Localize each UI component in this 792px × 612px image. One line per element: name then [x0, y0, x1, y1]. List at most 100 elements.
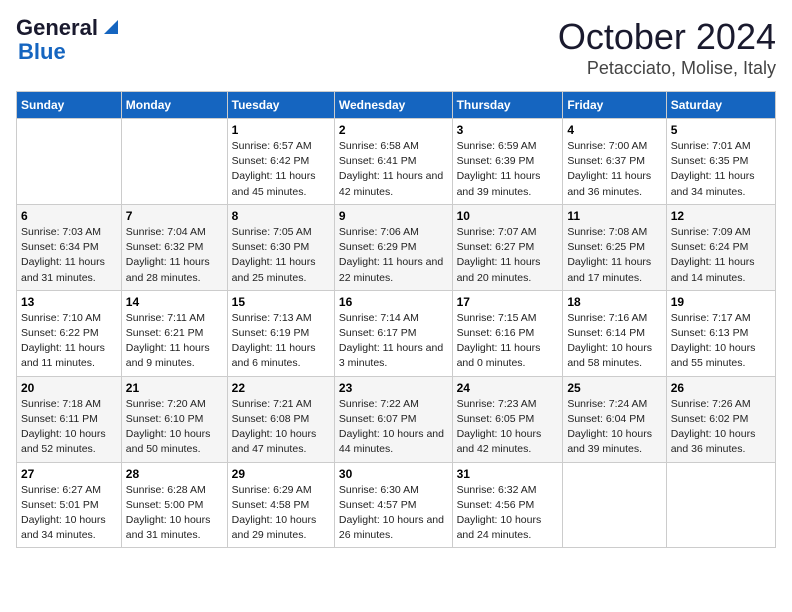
calendar-cell: 12Sunrise: 7:09 AMSunset: 6:24 PMDayligh… — [666, 204, 775, 290]
day-info: Sunrise: 7:06 AMSunset: 6:29 PMDaylight:… — [339, 225, 448, 286]
calendar-cell: 15Sunrise: 7:13 AMSunset: 6:19 PMDayligh… — [227, 290, 334, 376]
day-number: 12 — [671, 209, 771, 223]
day-number: 5 — [671, 123, 771, 137]
calendar-cell: 16 Sunrise: 7:14 AMSunset: 6:17 PMDayligh… — [334, 290, 452, 376]
day-number: 24 — [457, 381, 559, 395]
header-saturday: Saturday — [666, 92, 775, 119]
day-info: Sunrise: 6:59 AMSunset: 6:39 PMDaylight:… — [457, 139, 559, 200]
day-info: Sunrise: 6:32 AMSunset: 4:56 PMDaylight:… — [457, 483, 559, 544]
calendar-cell: 3 Sunrise: 6:59 AMSunset: 6:39 PMDaylight… — [452, 119, 563, 205]
calendar-cell: 29 Sunrise: 6:29 AMSunset: 4:58 PMDayligh… — [227, 462, 334, 548]
day-number: 10 — [457, 209, 559, 223]
day-number: 20 — [21, 381, 117, 395]
day-info: Sunrise: 6:27 AMSunset: 5:01 PMDaylight:… — [21, 483, 117, 544]
day-number: 25 — [567, 381, 661, 395]
calendar-cell: 8Sunrise: 7:05 AMSunset: 6:30 PMDaylight… — [227, 204, 334, 290]
day-info: Sunrise: 7:24 AMSunset: 6:04 PMDaylight:… — [567, 397, 661, 458]
day-info: Sunrise: 7:16 AMSunset: 6:14 PMDaylight:… — [567, 311, 661, 372]
calendar-cell: 31 Sunrise: 6:32 AMSunset: 4:56 PMDayligh… — [452, 462, 563, 548]
day-number: 23 — [339, 381, 448, 395]
day-number: 28 — [126, 467, 223, 481]
calendar-cell: 20Sunrise: 7:18 AMSunset: 6:11 PMDayligh… — [17, 376, 122, 462]
day-number: 31 — [457, 467, 559, 481]
day-number: 4 — [567, 123, 661, 137]
day-number: 8 — [232, 209, 330, 223]
day-info: Sunrise: 7:04 AMSunset: 6:32 PMDaylight:… — [126, 225, 223, 286]
calendar-cell: 11Sunrise: 7:08 AMSunset: 6:25 PMDayligh… — [563, 204, 666, 290]
day-info: Sunrise: 7:20 AMSunset: 6:10 PMDaylight:… — [126, 397, 223, 458]
day-number: 30 — [339, 467, 448, 481]
day-info: Sunrise: 7:14 AMSunset: 6:17 PMDaylight:… — [339, 311, 448, 372]
calendar-cell: 5 Sunrise: 7:01 AMSunset: 6:35 PMDaylight… — [666, 119, 775, 205]
header-monday: Monday — [121, 92, 227, 119]
calendar-cell: 1 Sunrise: 6:57 AMSunset: 6:42 PMDaylight… — [227, 119, 334, 205]
day-info: Sunrise: 6:30 AMSunset: 4:57 PMDaylight:… — [339, 483, 448, 544]
calendar-cell — [563, 462, 666, 548]
day-info: Sunrise: 6:57 AMSunset: 6:42 PMDaylight:… — [232, 139, 330, 200]
day-number: 27 — [21, 467, 117, 481]
day-info: Sunrise: 7:26 AMSunset: 6:02 PMDaylight:… — [671, 397, 771, 458]
calendar-week-row: 6 Sunrise: 7:03 AMSunset: 6:34 PMDaylight… — [17, 204, 776, 290]
calendar-cell: 10 Sunrise: 7:07 AMSunset: 6:27 PMDayligh… — [452, 204, 563, 290]
calendar-cell — [17, 119, 122, 205]
day-number: 21 — [126, 381, 223, 395]
calendar-cell — [666, 462, 775, 548]
header-tuesday: Tuesday — [227, 92, 334, 119]
day-info: Sunrise: 7:08 AMSunset: 6:25 PMDaylight:… — [567, 225, 661, 286]
calendar-cell: 17 Sunrise: 7:15 AMSunset: 6:16 PMDayligh… — [452, 290, 563, 376]
calendar-month-year: October 2024 — [558, 16, 776, 58]
calendar-cell: 25 Sunrise: 7:24 AMSunset: 6:04 PMDayligh… — [563, 376, 666, 462]
calendar-title-block: October 2024 Petacciato, Molise, Italy — [558, 16, 776, 79]
day-info: Sunrise: 7:07 AMSunset: 6:27 PMDaylight:… — [457, 225, 559, 286]
calendar-week-row: 13Sunrise: 7:10 AMSunset: 6:22 PMDayligh… — [17, 290, 776, 376]
day-number: 14 — [126, 295, 223, 309]
calendar-cell — [121, 119, 227, 205]
day-number: 13 — [21, 295, 117, 309]
header-sunday: Sunday — [17, 92, 122, 119]
day-number: 18 — [567, 295, 661, 309]
calendar-cell: 6 Sunrise: 7:03 AMSunset: 6:34 PMDaylight… — [17, 204, 122, 290]
logo: General Blue — [16, 16, 122, 64]
calendar-cell: 26 Sunrise: 7:26 AMSunset: 6:02 PMDayligh… — [666, 376, 775, 462]
calendar-header-row: SundayMondayTuesdayWednesdayThursdayFrid… — [17, 92, 776, 119]
day-number: 1 — [232, 123, 330, 137]
day-info: Sunrise: 7:17 AMSunset: 6:13 PMDaylight:… — [671, 311, 771, 372]
logo-icon — [100, 16, 122, 38]
day-number: 15 — [232, 295, 330, 309]
day-info: Sunrise: 7:11 AMSunset: 6:21 PMDaylight:… — [126, 311, 223, 372]
day-number: 22 — [232, 381, 330, 395]
page-header: General Blue October 2024 Petacciato, Mo… — [16, 16, 776, 79]
day-info: Sunrise: 6:28 AMSunset: 5:00 PMDaylight:… — [126, 483, 223, 544]
calendar-cell: 30 Sunrise: 6:30 AMSunset: 4:57 PMDayligh… — [334, 462, 452, 548]
calendar-cell: 2 Sunrise: 6:58 AMSunset: 6:41 PMDaylight… — [334, 119, 452, 205]
day-number: 7 — [126, 209, 223, 223]
day-info: Sunrise: 6:58 AMSunset: 6:41 PMDaylight:… — [339, 139, 448, 200]
calendar-cell: 19 Sunrise: 7:17 AMSunset: 6:13 PMDayligh… — [666, 290, 775, 376]
day-number: 2 — [339, 123, 448, 137]
day-info: Sunrise: 7:22 AMSunset: 6:07 PMDaylight:… — [339, 397, 448, 458]
day-number: 29 — [232, 467, 330, 481]
day-info: Sunrise: 7:15 AMSunset: 6:16 PMDaylight:… — [457, 311, 559, 372]
calendar-cell: 23 Sunrise: 7:22 AMSunset: 6:07 PMDayligh… — [334, 376, 452, 462]
day-number: 26 — [671, 381, 771, 395]
day-number: 3 — [457, 123, 559, 137]
calendar-week-row: 1 Sunrise: 6:57 AMSunset: 6:42 PMDaylight… — [17, 119, 776, 205]
day-number: 19 — [671, 295, 771, 309]
day-number: 16 — [339, 295, 448, 309]
day-number: 6 — [21, 209, 117, 223]
calendar-cell: 22Sunrise: 7:21 AMSunset: 6:08 PMDayligh… — [227, 376, 334, 462]
calendar-location: Petacciato, Molise, Italy — [558, 58, 776, 79]
calendar-cell: 21 Sunrise: 7:20 AMSunset: 6:10 PMDayligh… — [121, 376, 227, 462]
calendar-cell: 7 Sunrise: 7:04 AMSunset: 6:32 PMDaylight… — [121, 204, 227, 290]
day-info: Sunrise: 7:01 AMSunset: 6:35 PMDaylight:… — [671, 139, 771, 200]
logo-blue-text: Blue — [18, 39, 66, 64]
calendar-cell: 14 Sunrise: 7:11 AMSunset: 6:21 PMDayligh… — [121, 290, 227, 376]
day-info: Sunrise: 6:29 AMSunset: 4:58 PMDaylight:… — [232, 483, 330, 544]
logo-text: General — [16, 16, 98, 40]
day-number: 9 — [339, 209, 448, 223]
day-number: 17 — [457, 295, 559, 309]
day-info: Sunrise: 7:03 AMSunset: 6:34 PMDaylight:… — [21, 225, 117, 286]
calendar-cell: 18 Sunrise: 7:16 AMSunset: 6:14 PMDayligh… — [563, 290, 666, 376]
calendar-cell: 4Sunrise: 7:00 AMSunset: 6:37 PMDaylight… — [563, 119, 666, 205]
calendar-week-row: 27 Sunrise: 6:27 AMSunset: 5:01 PMDayligh… — [17, 462, 776, 548]
